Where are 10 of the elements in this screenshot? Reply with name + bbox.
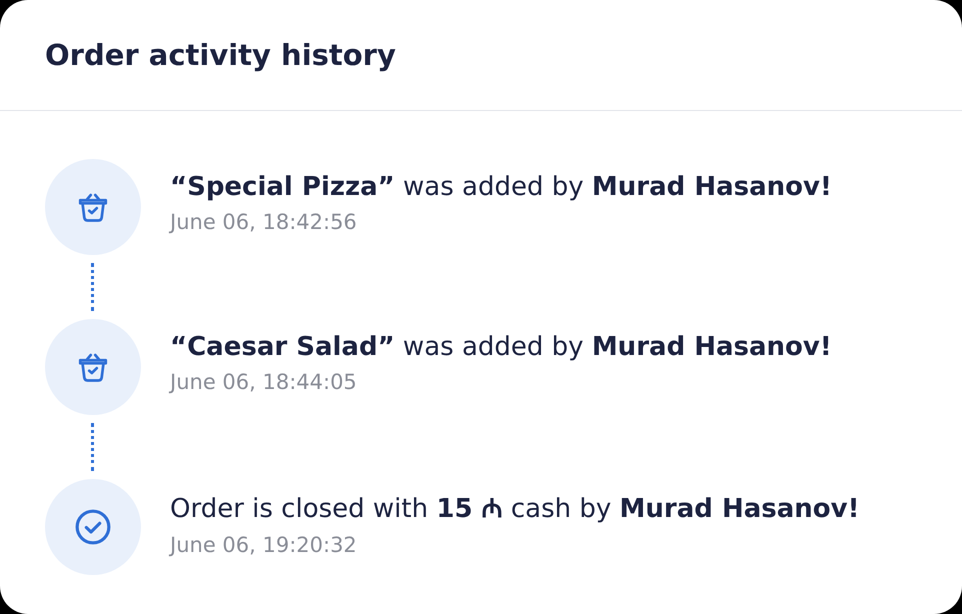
check-circle-icon [73,507,113,547]
activity-time: June 06, 19:20:32 [170,533,358,557]
dotted-connector [91,263,94,311]
activity-message: “Special Pizza” was added by Murad Hasanov! [170,172,832,202]
activity-message: Order is closed with 15 ₼ cash by Murad Hasanov! [170,493,860,525]
dotted-connector [91,423,94,471]
card-title: Order activity history [45,38,396,72]
activity-time: June 06, 18:42:56 [170,210,358,234]
activity-message: “Caesar Salad” was added by Murad Hasanov! [170,332,832,362]
activity-time: June 06, 18:44:05 [170,370,358,394]
